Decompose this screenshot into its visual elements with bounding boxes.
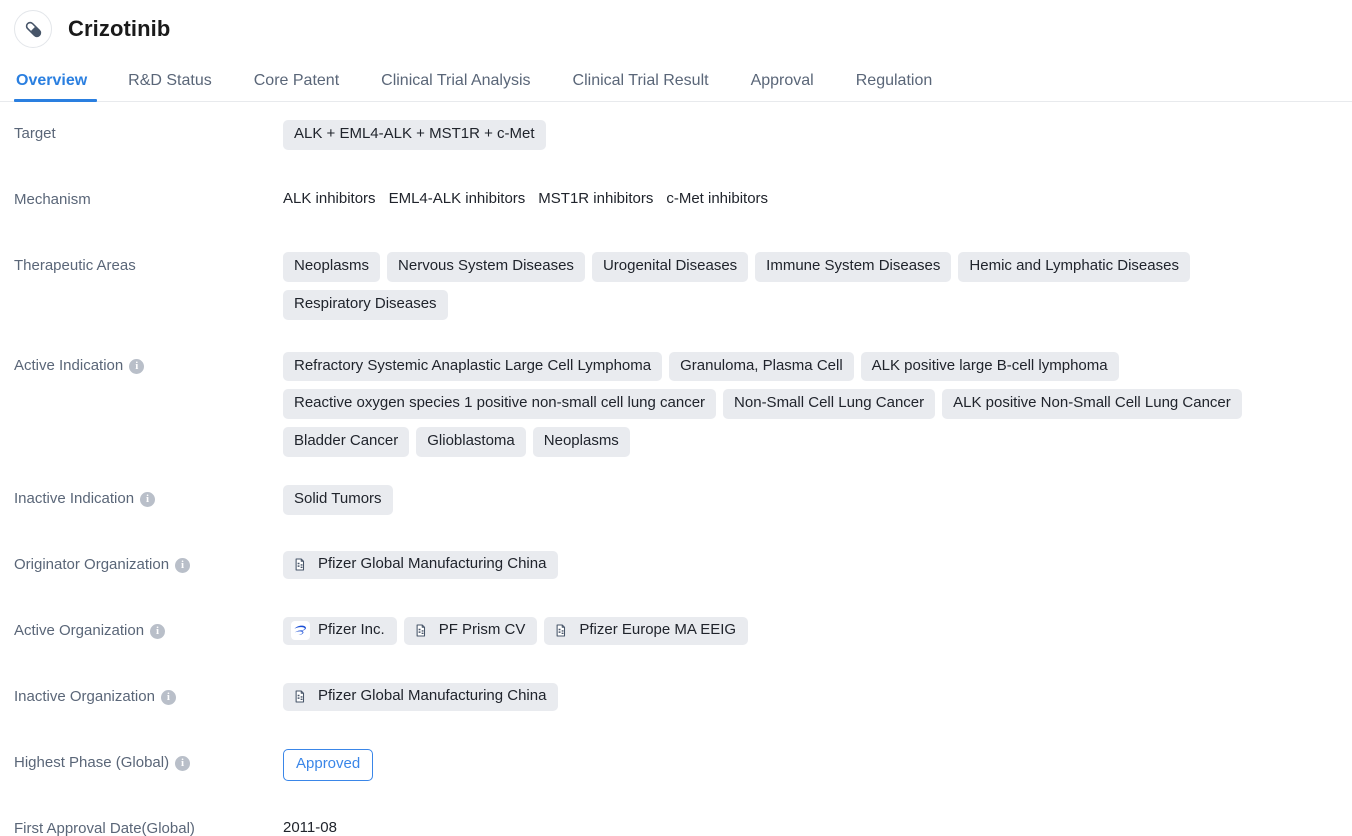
row-label-originator-organization: Originator Organization i bbox=[14, 549, 283, 575]
tab-overview[interactable]: Overview bbox=[14, 73, 107, 102]
tag-organization[interactable]: Pfizer Inc. bbox=[283, 616, 397, 645]
organization-name: Pfizer Global Manufacturing China bbox=[318, 554, 547, 572]
row-label-first-approval-date-global: First Approval Date(Global) bbox=[14, 819, 195, 836]
overview-detail-list: Target ALK + EML4-ALK + MST1R + c-Met Me… bbox=[0, 118, 1352, 836]
tag-therapeutic-area[interactable]: Nervous System Diseases bbox=[387, 252, 585, 282]
row-value-active-organization: Pfizer Inc. PF Prism CV Pfizer Europe MA… bbox=[283, 615, 1338, 645]
info-icon[interactable]: i bbox=[129, 358, 145, 374]
row-label-inactive-organization: Inactive Organization i bbox=[14, 681, 283, 707]
organization-name: Pfizer Global Manufacturing China bbox=[318, 686, 547, 704]
tag-organization[interactable]: Pfizer Global Manufacturing China bbox=[283, 682, 559, 711]
tag-active-indication[interactable]: Non-Small Cell Lung Cancer bbox=[723, 389, 936, 419]
tag-therapeutic-area[interactable]: Respiratory Diseases bbox=[283, 289, 448, 320]
tag-target[interactable]: ALK + EML4-ALK + MST1R + c-Met bbox=[283, 120, 546, 150]
row-label-inactive-indication: Inactive Indication i bbox=[14, 483, 283, 509]
row-label-active-organization: Active Organization i bbox=[14, 615, 283, 641]
row-active-indication: Active Indication i Refractory Systemic … bbox=[0, 350, 1352, 457]
building-icon bbox=[291, 687, 310, 706]
status-badge-approved[interactable]: Approved bbox=[283, 748, 374, 781]
mechanism-item: ALK inhibitors bbox=[283, 190, 376, 207]
tag-organization[interactable]: Pfizer Global Manufacturing China bbox=[283, 550, 559, 579]
row-value-therapeutic-areas: Neoplasms Nervous System Diseases Urogen… bbox=[283, 250, 1338, 320]
row-first-approval-date-global: First Approval Date(Global) 2011-08 bbox=[0, 813, 1352, 836]
tag-active-indication[interactable]: ALK positive large B-cell lymphoma bbox=[860, 351, 1119, 382]
row-value-inactive-indication: Solid Tumors bbox=[283, 483, 1338, 515]
row-label-text: Active Indication bbox=[14, 356, 124, 374]
tag-active-indication[interactable]: Granuloma, Plasma Cell bbox=[669, 351, 854, 382]
building-icon bbox=[412, 621, 431, 640]
tag-therapeutic-area[interactable]: Immune System Diseases bbox=[755, 252, 952, 282]
row-label-target: Target bbox=[14, 125, 56, 142]
tab-bar: Overview R&D Status Core Patent Clinical… bbox=[0, 56, 1352, 102]
tag-organization[interactable]: Pfizer Europe MA EEIG bbox=[544, 616, 749, 645]
drug-overview-page: Crizotinib Overview R&D Status Core Pate… bbox=[0, 0, 1352, 836]
row-target: Target ALK + EML4-ALK + MST1R + c-Met bbox=[0, 118, 1352, 162]
row-label-text: Inactive Indication bbox=[14, 489, 135, 507]
row-label-text: Inactive Organization bbox=[14, 687, 155, 705]
row-inactive-organization: Inactive Organization i Pfizer Global Ma… bbox=[0, 681, 1352, 725]
tag-therapeutic-area[interactable]: Hemic and Lymphatic Diseases bbox=[958, 252, 1190, 282]
row-mechanism: Mechanism ALK inhibitors EML4-ALK inhibi… bbox=[0, 184, 1352, 228]
page-title: Crizotinib bbox=[68, 16, 171, 41]
tab-core-patent[interactable]: Core Patent bbox=[233, 73, 360, 101]
info-icon[interactable]: i bbox=[175, 558, 191, 573]
info-icon[interactable]: i bbox=[150, 624, 166, 639]
mechanism-item: EML4-ALK inhibitors bbox=[388, 190, 526, 207]
row-value-highest-phase-global: Approved bbox=[283, 747, 1338, 781]
row-label-text: Highest Phase (Global) bbox=[14, 753, 170, 771]
row-value-originator-organization: Pfizer Global Manufacturing China bbox=[283, 549, 1338, 579]
mechanism-item: MST1R inhibitors bbox=[538, 190, 654, 207]
row-label-text: Active Organization bbox=[14, 621, 145, 639]
row-therapeutic-areas: Therapeutic Areas Neoplasms Nervous Syst… bbox=[0, 250, 1352, 320]
tag-therapeutic-area[interactable]: Urogenital Diseases bbox=[591, 252, 749, 282]
row-label-text: Originator Organization bbox=[14, 555, 170, 573]
organization-name: Pfizer Inc. bbox=[318, 620, 385, 638]
row-active-organization: Active Organization i Pfizer Inc. PF Pri… bbox=[0, 615, 1352, 659]
row-value-mechanism: ALK inhibitors EML4-ALK inhibitors MST1R… bbox=[283, 184, 1338, 207]
info-icon[interactable]: i bbox=[175, 756, 191, 771]
row-originator-organization: Originator Organization i Pfizer Global … bbox=[0, 549, 1352, 593]
page-header: Crizotinib bbox=[0, 0, 1352, 56]
tab-regulation[interactable]: Regulation bbox=[835, 73, 954, 101]
tag-active-indication[interactable]: Glioblastoma bbox=[416, 427, 526, 457]
tag-active-indication[interactable]: Neoplasms bbox=[532, 427, 630, 457]
row-highest-phase-global: Highest Phase (Global) i Approved bbox=[0, 747, 1352, 791]
tab-clinical-trial-analysis[interactable]: Clinical Trial Analysis bbox=[360, 73, 551, 101]
info-icon[interactable]: i bbox=[140, 492, 156, 507]
row-value-inactive-organization: Pfizer Global Manufacturing China bbox=[283, 681, 1338, 711]
row-inactive-indication: Inactive Indication i Solid Tumors bbox=[0, 483, 1352, 527]
tag-therapeutic-area[interactable]: Neoplasms bbox=[283, 252, 381, 282]
mechanism-item: c-Met inhibitors bbox=[666, 190, 769, 207]
row-label-active-indication: Active Indication i bbox=[14, 350, 283, 376]
row-value-target: ALK + EML4-ALK + MST1R + c-Met bbox=[283, 118, 1338, 150]
tag-active-indication[interactable]: ALK positive Non-Small Cell Lung Cancer bbox=[942, 389, 1242, 419]
tab-approval[interactable]: Approval bbox=[730, 73, 835, 101]
building-icon bbox=[291, 555, 310, 574]
tag-active-indication[interactable]: Bladder Cancer bbox=[283, 427, 410, 457]
row-label-therapeutic-areas: Therapeutic Areas bbox=[14, 257, 136, 274]
tag-active-indication[interactable]: Reactive oxygen species 1 positive non-s… bbox=[283, 389, 717, 419]
building-icon bbox=[552, 621, 571, 640]
row-label-highest-phase-global: Highest Phase (Global) i bbox=[14, 747, 283, 773]
tag-active-indication[interactable]: Refractory Systemic Anaplastic Large Cel… bbox=[283, 351, 663, 382]
pfizer-logo-icon bbox=[291, 620, 310, 640]
row-value-first-approval-date-global: 2011-08 bbox=[283, 818, 337, 836]
row-label-mechanism: Mechanism bbox=[14, 191, 91, 208]
organization-name: Pfizer Europe MA EEIG bbox=[579, 620, 737, 638]
tab-rd-status[interactable]: R&D Status bbox=[107, 73, 233, 101]
row-value-active-indication: Refractory Systemic Anaplastic Large Cel… bbox=[283, 350, 1338, 457]
tag-inactive-indication[interactable]: Solid Tumors bbox=[283, 484, 393, 515]
tag-organization[interactable]: PF Prism CV bbox=[403, 616, 538, 645]
info-icon[interactable]: i bbox=[160, 690, 176, 705]
organization-name: PF Prism CV bbox=[438, 620, 526, 638]
tab-clinical-trial-result[interactable]: Clinical Trial Result bbox=[552, 73, 730, 101]
pill-capsule-icon bbox=[14, 10, 52, 48]
